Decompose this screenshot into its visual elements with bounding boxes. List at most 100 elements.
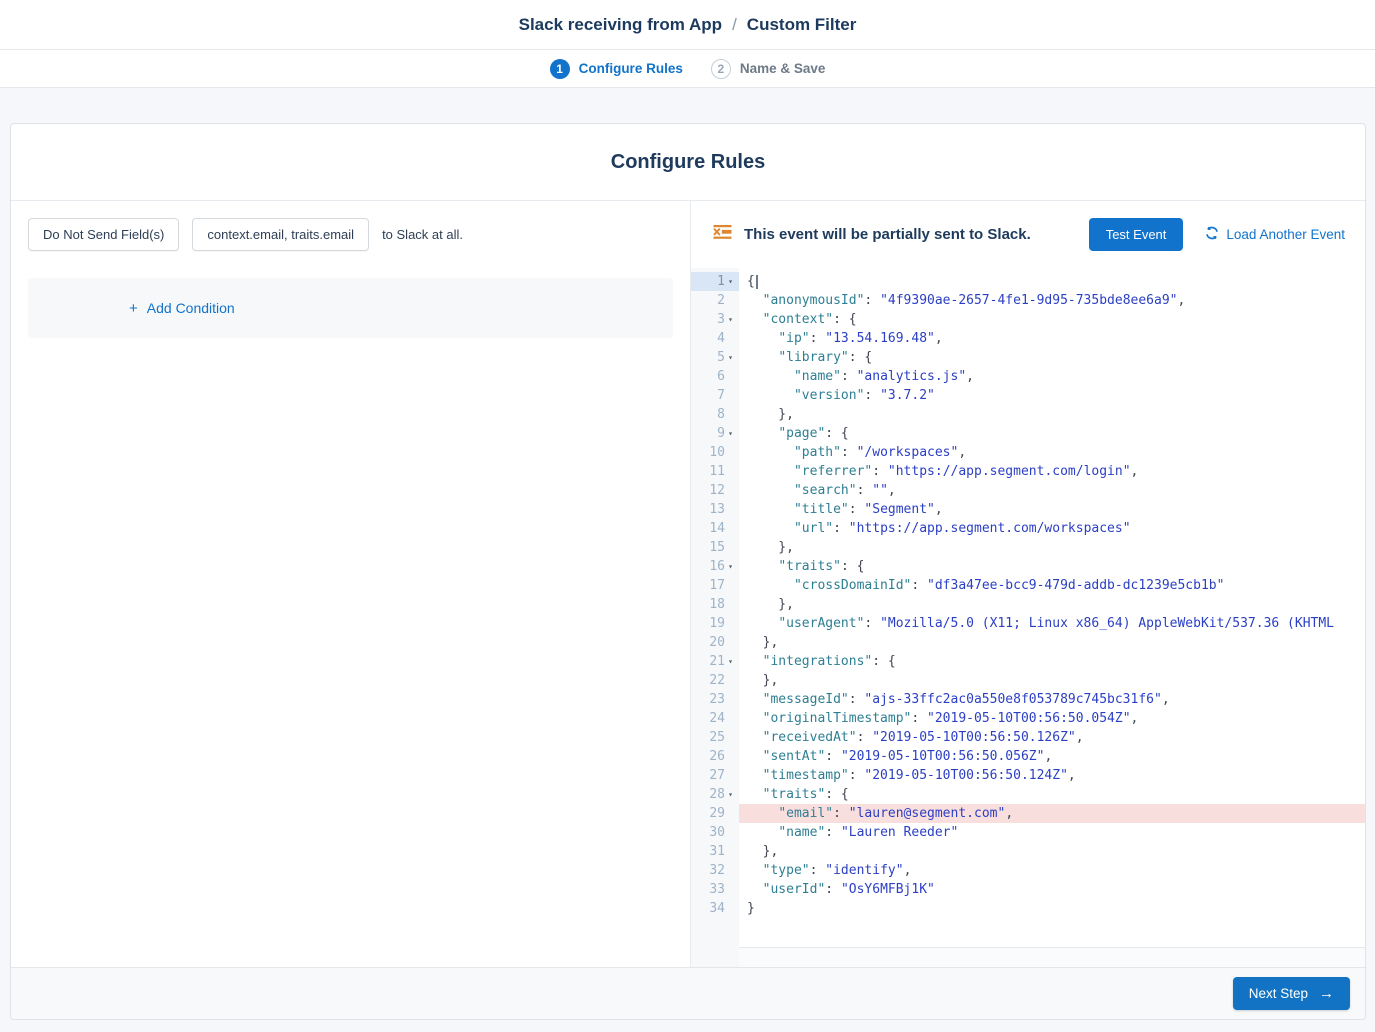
gutter-line-6: 6 xyxy=(691,367,739,386)
code-line[interactable]: }, xyxy=(739,538,1365,557)
gutter-line-11: 11 xyxy=(691,462,739,481)
add-condition-label: Add Condition xyxy=(147,300,235,316)
card-title-row: Configure Rules xyxy=(11,124,1365,201)
editor-lines[interactable]: { "anonymousId": "4f9390ae-2657-4fe1-9d9… xyxy=(739,268,1365,947)
code-line[interactable]: "url": "https://app.segment.com/workspac… xyxy=(739,519,1365,538)
refresh-icon xyxy=(1205,226,1219,243)
breadcrumb-separator: / xyxy=(732,15,737,35)
fold-arrow-icon[interactable]: ▾ xyxy=(725,652,736,671)
code-line[interactable]: "traits": { xyxy=(739,785,1365,804)
code-line[interactable]: "name": "Lauren Reeder" xyxy=(739,823,1365,842)
fold-arrow-icon[interactable]: ▾ xyxy=(725,557,736,576)
text-cursor xyxy=(756,275,758,289)
next-step-label: Next Step xyxy=(1249,986,1308,1001)
code-line[interactable]: "receivedAt": "2019-05-10T00:56:50.126Z"… xyxy=(739,728,1365,747)
code-line[interactable]: "userAgent": "Mozilla/5.0 (X11; Linux x8… xyxy=(739,614,1365,633)
code-line[interactable]: "ip": "13.54.169.48", xyxy=(739,329,1365,348)
gutter-line-31: 31 xyxy=(691,842,739,861)
code-line-highlighted[interactable]: "email": "lauren@segment.com", xyxy=(739,804,1365,823)
gutter-line-20: 20 xyxy=(691,633,739,652)
gutter-line-19: 19 xyxy=(691,614,739,633)
gutter-line-30: 30 xyxy=(691,823,739,842)
gutter-line-16[interactable]: 16▾ xyxy=(691,557,739,576)
step-1-label: Configure Rules xyxy=(579,61,683,76)
rule-action-dropdown[interactable]: Do Not Send Field(s) xyxy=(28,218,179,251)
page-header: Slack receiving from App / Custom Filter xyxy=(0,0,1375,50)
breadcrumb-current: Custom Filter xyxy=(747,15,857,35)
code-line[interactable]: "traits": { xyxy=(739,557,1365,576)
configure-rules-card: Configure Rules Do Not Send Field(s) con… xyxy=(10,123,1366,1020)
code-line[interactable]: } xyxy=(739,899,1365,918)
load-another-event-label: Load Another Event xyxy=(1226,227,1345,242)
gutter-line-27: 27 xyxy=(691,766,739,785)
test-event-button[interactable]: Test Event xyxy=(1089,218,1184,251)
editor-code-column: { "anonymousId": "4f9390ae-2657-4fe1-9d9… xyxy=(739,268,1365,967)
code-line[interactable]: }, xyxy=(739,595,1365,614)
add-condition-button[interactable]: + Add Condition xyxy=(129,300,235,317)
code-line[interactable]: "name": "analytics.js", xyxy=(739,367,1365,386)
gutter-line-5[interactable]: 5▾ xyxy=(691,348,739,367)
add-condition-box: + Add Condition xyxy=(28,278,673,338)
gutter-line-3[interactable]: 3▾ xyxy=(691,310,739,329)
code-line[interactable]: "integrations": { xyxy=(739,652,1365,671)
code-line[interactable]: "type": "identify", xyxy=(739,861,1365,880)
gutter-line-25: 25 xyxy=(691,728,739,747)
rules-panel: Do Not Send Field(s) context.email, trai… xyxy=(11,201,691,967)
code-line[interactable]: { xyxy=(739,272,1365,291)
step-configure-rules[interactable]: 1 Configure Rules xyxy=(550,59,683,79)
stepper: 1 Configure Rules 2 Name & Save xyxy=(0,50,1375,88)
code-line[interactable]: }, xyxy=(739,671,1365,690)
gutter-line-22: 22 xyxy=(691,671,739,690)
card-body: Do Not Send Field(s) context.email, trai… xyxy=(11,201,1365,967)
code-line[interactable]: "anonymousId": "4f9390ae-2657-4fe1-9d95-… xyxy=(739,291,1365,310)
gutter-line-21[interactable]: 21▾ xyxy=(691,652,739,671)
next-step-button[interactable]: Next Step → xyxy=(1233,977,1350,1010)
gutter-line-26: 26 xyxy=(691,747,739,766)
fold-arrow-icon[interactable]: ▾ xyxy=(725,272,736,291)
gutter-line-34: 34 xyxy=(691,899,739,918)
rule-fields-dropdown[interactable]: context.email, traits.email xyxy=(192,218,369,251)
code-line[interactable]: "version": "3.7.2" xyxy=(739,386,1365,405)
step-1-circle: 1 xyxy=(550,59,570,79)
breadcrumb-source[interactable]: Slack receiving from App xyxy=(519,15,722,35)
gutter-line-17: 17 xyxy=(691,576,739,595)
fold-arrow-icon[interactable]: ▾ xyxy=(725,348,736,367)
fold-arrow-icon[interactable]: ▾ xyxy=(725,785,736,804)
code-line[interactable]: }, xyxy=(739,633,1365,652)
rule-suffix-text: to Slack at all. xyxy=(382,227,463,242)
fold-arrow-icon[interactable]: ▾ xyxy=(725,310,736,329)
code-line[interactable]: "context": { xyxy=(739,310,1365,329)
gutter-line-4: 4 xyxy=(691,329,739,348)
gutter-line-8: 8 xyxy=(691,405,739,424)
editor-horizontal-scrollbar[interactable] xyxy=(739,947,1365,967)
code-line[interactable]: }, xyxy=(739,842,1365,861)
editor-gutter: 1▾23▾45▾6789▾10111213141516▾1718192021▾2… xyxy=(691,268,739,967)
gutter-line-24: 24 xyxy=(691,709,739,728)
code-line[interactable]: "referrer": "https://app.segment.com/log… xyxy=(739,462,1365,481)
code-line[interactable]: "userId": "OsY6MFBj1K" xyxy=(739,880,1365,899)
code-line[interactable]: "messageId": "ajs-33ffc2ac0a550e8f053789… xyxy=(739,690,1365,709)
preview-status-text: This event will be partially sent to Sla… xyxy=(744,226,1031,243)
fold-arrow-icon[interactable]: ▾ xyxy=(725,424,736,443)
load-another-event-link[interactable]: Load Another Event xyxy=(1205,226,1345,243)
gutter-line-32: 32 xyxy=(691,861,739,880)
code-line[interactable]: "page": { xyxy=(739,424,1365,443)
code-line[interactable]: "path": "/workspaces", xyxy=(739,443,1365,462)
code-line[interactable]: "title": "Segment", xyxy=(739,500,1365,519)
gutter-line-28[interactable]: 28▾ xyxy=(691,785,739,804)
code-line[interactable]: "search": "", xyxy=(739,481,1365,500)
gutter-line-15: 15 xyxy=(691,538,739,557)
partial-send-icon xyxy=(713,224,733,245)
card-title: Configure Rules xyxy=(611,151,765,174)
code-line[interactable]: "sentAt": "2019-05-10T00:56:50.056Z", xyxy=(739,747,1365,766)
code-line[interactable]: "crossDomainId": "df3a47ee-bcc9-479d-add… xyxy=(739,576,1365,595)
code-line[interactable]: "originalTimestamp": "2019-05-10T00:56:5… xyxy=(739,709,1365,728)
code-line[interactable]: "library": { xyxy=(739,348,1365,367)
gutter-line-9[interactable]: 9▾ xyxy=(691,424,739,443)
code-line[interactable]: }, xyxy=(739,405,1365,424)
code-line[interactable]: "timestamp": "2019-05-10T00:56:50.124Z", xyxy=(739,766,1365,785)
gutter-line-1[interactable]: 1▾ xyxy=(691,272,739,291)
preview-header: This event will be partially sent to Sla… xyxy=(691,201,1365,268)
step-name-save[interactable]: 2 Name & Save xyxy=(711,59,826,79)
json-event-editor[interactable]: 1▾23▾45▾6789▾10111213141516▾1718192021▾2… xyxy=(691,268,1365,967)
